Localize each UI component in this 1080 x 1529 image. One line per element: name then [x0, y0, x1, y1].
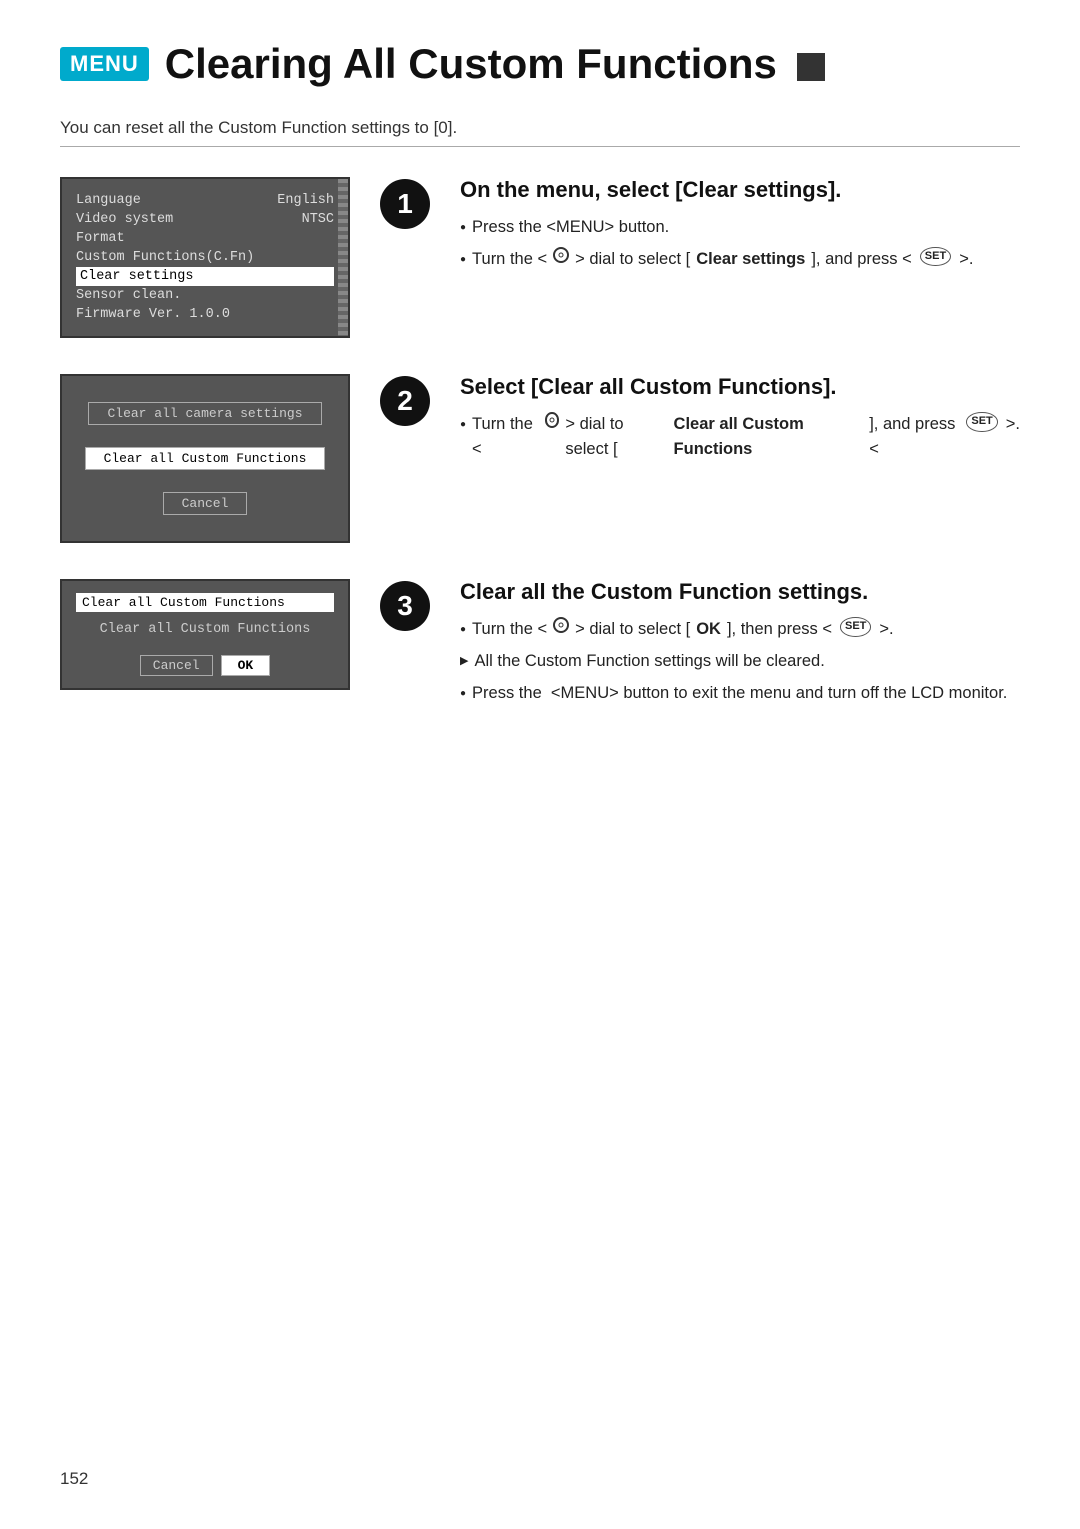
screen-row-video: Video system NTSC [76, 210, 334, 229]
step1-bullet2: Turn the <> dial to select [Clear settin… [460, 247, 1020, 272]
step3-bullet2: All the Custom Function settings will be… [460, 649, 1020, 674]
page-title-text: Clearing All Custom Functions [165, 40, 777, 87]
screen-row-sensor: Sensor clean. [76, 286, 334, 305]
step3-screen-center: Clear all Custom Functions [76, 622, 334, 637]
screen-row-format: Format [76, 229, 334, 248]
step3-bullet3: Press the <MENU> button to exit the menu… [460, 681, 1020, 706]
intro-text: You can reset all the Custom Function se… [60, 118, 1020, 138]
title-block-icon [797, 53, 825, 81]
screen-label-firmware: Firmware Ver. 1.0.0 [76, 307, 334, 322]
step3-content: Clear all the Custom Function settings. … [460, 579, 1020, 712]
step3-btn-cancel: Cancel [140, 655, 213, 676]
step3-heading: Clear all the Custom Function settings. [460, 579, 1020, 605]
step-1-row: Language English Video system NTSC Forma… [60, 177, 1020, 338]
screen-value-video: NTSC [302, 212, 334, 227]
step3-screen-btns: Cancel OK [76, 655, 334, 676]
step3-btn-ok: OK [221, 655, 271, 676]
menu-badge: MENU [60, 47, 149, 81]
page-title-row: MENU Clearing All Custom Functions [60, 40, 1020, 88]
page-title: Clearing All Custom Functions [165, 40, 825, 88]
screen-row-firmware: Firmware Ver. 1.0.0 [76, 305, 334, 324]
step2-btn-custom: Clear all Custom Functions [85, 447, 326, 470]
screen-label-language: Language [76, 193, 257, 208]
step2-screen: Clear all camera settings Clear all Cust… [60, 374, 350, 543]
step3-screen: Clear all Custom Functions Clear all Cus… [60, 579, 350, 690]
step2-bullets: Turn the <> dial to select [Clear all Cu… [460, 412, 1020, 462]
step2-btn3-row: Cancel [76, 492, 334, 515]
screen-sidebar [338, 179, 348, 336]
step3-screen-topbar: Clear all Custom Functions [76, 593, 334, 612]
step2-bullet1: Turn the <> dial to select [Clear all Cu… [460, 412, 1020, 462]
screen-label-sensor: Sensor clean. [76, 288, 334, 303]
step3-bullet1: Turn the <> dial to select [OK], then pr… [460, 617, 1020, 642]
step3-bullets: Turn the <> dial to select [OK], then pr… [460, 617, 1020, 705]
screen-row-language: Language English [76, 191, 334, 210]
step3-number: 3 [380, 581, 430, 631]
step1-bullet1: Press the <MENU> button. [460, 215, 1020, 240]
step1-heading: On the menu, select [Clear settings]. [460, 177, 1020, 203]
step2-btn2-row: Clear all Custom Functions [76, 447, 334, 470]
step1-content: On the menu, select [Clear settings]. Pr… [460, 177, 1020, 279]
step2-heading: Select [Clear all Custom Functions]. [460, 374, 1020, 400]
step1-number: 1 [380, 179, 430, 229]
step2-btn1-row: Clear all camera settings [76, 402, 334, 425]
step1-bullets: Press the <MENU> button. Turn the <> dia… [460, 215, 1020, 272]
screen-label-clear: Clear settings [80, 269, 330, 284]
step-2-row: Clear all camera settings Clear all Cust… [60, 374, 1020, 543]
screen-label-custom: Custom Functions(C.Fn) [76, 250, 334, 265]
step2-number: 2 [380, 376, 430, 426]
step2-btn-cancel: Cancel [163, 492, 248, 515]
step1-screen: Language English Video system NTSC Forma… [60, 177, 350, 338]
intro-divider [60, 146, 1020, 147]
page-number: 152 [60, 1469, 88, 1489]
step2-content: Select [Clear all Custom Functions]. Tur… [460, 374, 1020, 469]
screen-value-language: English [277, 193, 334, 208]
step-3-row: Clear all Custom Functions Clear all Cus… [60, 579, 1020, 712]
screen-row-custom: Custom Functions(C.Fn) [76, 248, 334, 267]
screen-label-video: Video system [76, 212, 282, 227]
content-area: Language English Video system NTSC Forma… [60, 177, 1020, 748]
screen-row-clear: Clear settings [76, 267, 334, 286]
step2-btn-camera: Clear all camera settings [88, 402, 321, 425]
screen-label-format: Format [76, 231, 334, 246]
